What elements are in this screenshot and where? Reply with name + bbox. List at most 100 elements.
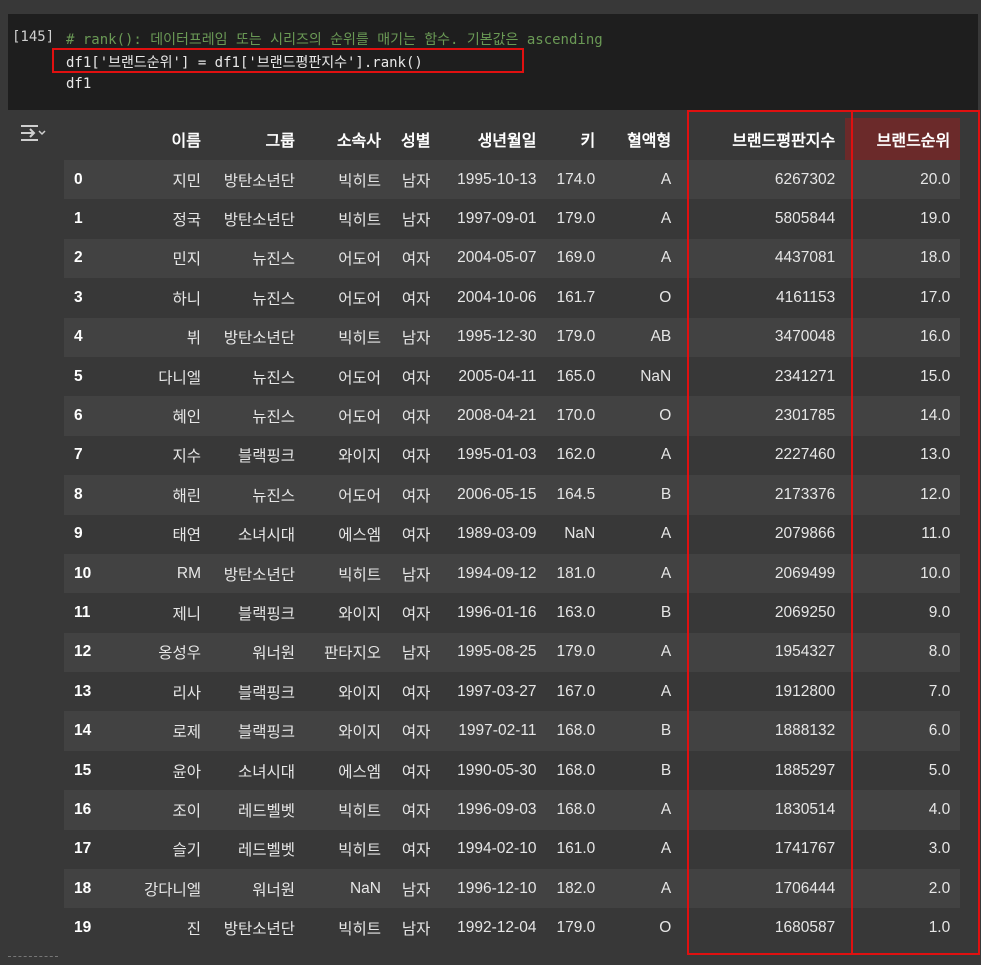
cell-birthdate: 1995-01-03 (440, 435, 547, 476)
cell-height: 179.0 (546, 632, 606, 673)
cell-name: 진 (116, 908, 211, 948)
cell-agency: 빅히트 (305, 199, 391, 239)
cell-height: 161.7 (546, 278, 606, 318)
cell-gender: 여자 (391, 829, 441, 870)
cell-birthdate: 1996-01-16 (440, 593, 547, 633)
cell-gender: 남자 (391, 553, 441, 594)
cell-brand-rank: 5.0 (845, 750, 961, 791)
cell-name: 조이 (116, 790, 211, 830)
cell-blood-type: A (605, 199, 682, 239)
cell-brand-rank: 3.0 (845, 829, 961, 870)
cell-brand-rank: 16.0 (845, 317, 961, 357)
cell-index: 17 (64, 829, 116, 870)
code-highlight-box (52, 48, 524, 73)
table-row: 11 제니 블랙핑크 와이지 여자 1996-01-16 163.0 B 2069250 9.0 (64, 593, 961, 633)
table-row: 13 리사 블랙핑크 와이지 여자 1997-03-27 167.0 A 1912800 7.0 (64, 672, 961, 712)
cell-gender: 여자 (391, 435, 441, 476)
cell-index: 3 (64, 278, 116, 318)
cell-brand-rank: 6.0 (845, 711, 961, 751)
table-row: 0 지민 방탄소년단 빅히트 남자 1995-10-13 174.0 A 6267302 20.0 (64, 160, 961, 200)
cell-birthdate: 1995-10-13 (440, 160, 547, 200)
cell-agency: 빅히트 (305, 317, 391, 357)
cell-height: 168.0 (546, 790, 606, 830)
cell-birthdate: 1994-02-10 (440, 829, 547, 870)
cell-name: 제니 (116, 593, 211, 633)
output-toggle-icon[interactable] (18, 122, 46, 144)
cell-brand-reputation: 2173376 (681, 475, 846, 515)
cell-brand-reputation: 1885297 (681, 750, 846, 791)
cell-gender: 남자 (391, 908, 441, 948)
table-row: 10 RM 방탄소년단 빅히트 남자 1994-09-12 181.0 A 2069499 10.… (64, 553, 961, 594)
cell-name: 해린 (116, 475, 211, 515)
cell-divider (8, 956, 58, 957)
cell-index: 14 (64, 711, 116, 751)
cell-brand-reputation: 2341271 (681, 356, 846, 397)
cell-height: 179.0 (546, 317, 606, 357)
cell-blood-type: O (605, 396, 682, 436)
code-cell[interactable]: [145] # rank(): 데이터프레임 또는 시리즈의 순위를 매기는 함… (8, 14, 978, 110)
cell-blood-type: A (605, 672, 682, 712)
cell-height: 164.5 (546, 475, 606, 515)
cell-name: 정국 (116, 199, 211, 239)
cell-group: 소녀시대 (211, 514, 305, 554)
cell-brand-rank: 8.0 (845, 632, 961, 673)
cell-agency: 빅히트 (305, 908, 391, 948)
cell-name: 지민 (116, 160, 211, 200)
cell-index: 7 (64, 435, 116, 476)
cell-brand-rank: 17.0 (845, 278, 961, 318)
table-row: 6 혜인 뉴진스 어도어 여자 2008-04-21 170.0 O 2301785 14.0 (64, 396, 961, 436)
table-row: 1 정국 방탄소년단 빅히트 남자 1997-09-01 179.0 A 5805844 19.0 (64, 199, 961, 239)
cell-blood-type: A (605, 238, 682, 279)
cell-index: 8 (64, 475, 116, 515)
cell-group: 방탄소년단 (211, 317, 305, 357)
table-row: 7 지수 블랙핑크 와이지 여자 1995-01-03 162.0 A 2227460 13.0 (64, 435, 961, 476)
cell-birthdate: 1996-09-03 (440, 790, 547, 830)
cell-agency: 빅히트 (305, 553, 391, 594)
cell-agency: 빅히트 (305, 790, 391, 830)
cell-birthdate: 2008-04-21 (440, 396, 547, 436)
column-header-group: 그룹 (211, 118, 305, 160)
cell-agency: 에스엠 (305, 750, 391, 791)
cell-gender: 남자 (391, 632, 441, 673)
cell-group: 뉴진스 (211, 396, 305, 436)
cell-blood-type: O (605, 278, 682, 318)
cell-blood-type: AB (605, 317, 682, 357)
cell-height: 179.0 (546, 908, 606, 948)
table-row: 3 하니 뉴진스 어도어 여자 2004-10-06 161.7 O 4161153 17.0 (64, 278, 961, 318)
cell-agency: 와이지 (305, 435, 391, 476)
cell-group: 소녀시대 (211, 750, 305, 791)
cell-group: 방탄소년단 (211, 160, 305, 200)
cell-gender: 여자 (391, 672, 441, 712)
cell-gender: 남자 (391, 160, 441, 200)
execution-count: [145] (12, 29, 55, 45)
cell-group: 방탄소년단 (211, 199, 305, 239)
cell-group: 뉴진스 (211, 475, 305, 515)
cell-height: 182.0 (546, 869, 606, 909)
cell-blood-type: B (605, 593, 682, 633)
cell-brand-rank: 13.0 (845, 435, 961, 476)
cell-blood-type: A (605, 869, 682, 909)
cell-group: 레드벨벳 (211, 829, 305, 870)
cell-brand-reputation: 1954327 (681, 632, 846, 673)
cell-index: 2 (64, 238, 116, 279)
cell-height: 168.0 (546, 750, 606, 791)
cell-group: 블랙핑크 (211, 672, 305, 712)
cell-brand-rank: 19.0 (845, 199, 961, 239)
cell-height: 167.0 (546, 672, 606, 712)
cell-brand-reputation: 2079866 (681, 514, 846, 554)
cell-blood-type: A (605, 514, 682, 554)
cell-name: 슬기 (116, 829, 211, 870)
cell-brand-reputation: 1741767 (681, 829, 846, 870)
cell-birthdate: 1997-03-27 (440, 672, 547, 712)
cell-brand-reputation: 2301785 (681, 396, 846, 436)
cell-name: 윤아 (116, 750, 211, 791)
column-header-agency: 소속사 (305, 118, 391, 160)
cell-brand-rank: 11.0 (845, 514, 961, 554)
cell-birthdate: 1989-03-09 (440, 514, 547, 554)
cell-agency: 빅히트 (305, 160, 391, 200)
cell-index: 11 (64, 593, 116, 633)
cell-brand-rank: 2.0 (845, 869, 961, 909)
cell-gender: 여자 (391, 356, 441, 397)
cell-birthdate: 1994-09-12 (440, 553, 547, 594)
cell-blood-type: B (605, 711, 682, 751)
